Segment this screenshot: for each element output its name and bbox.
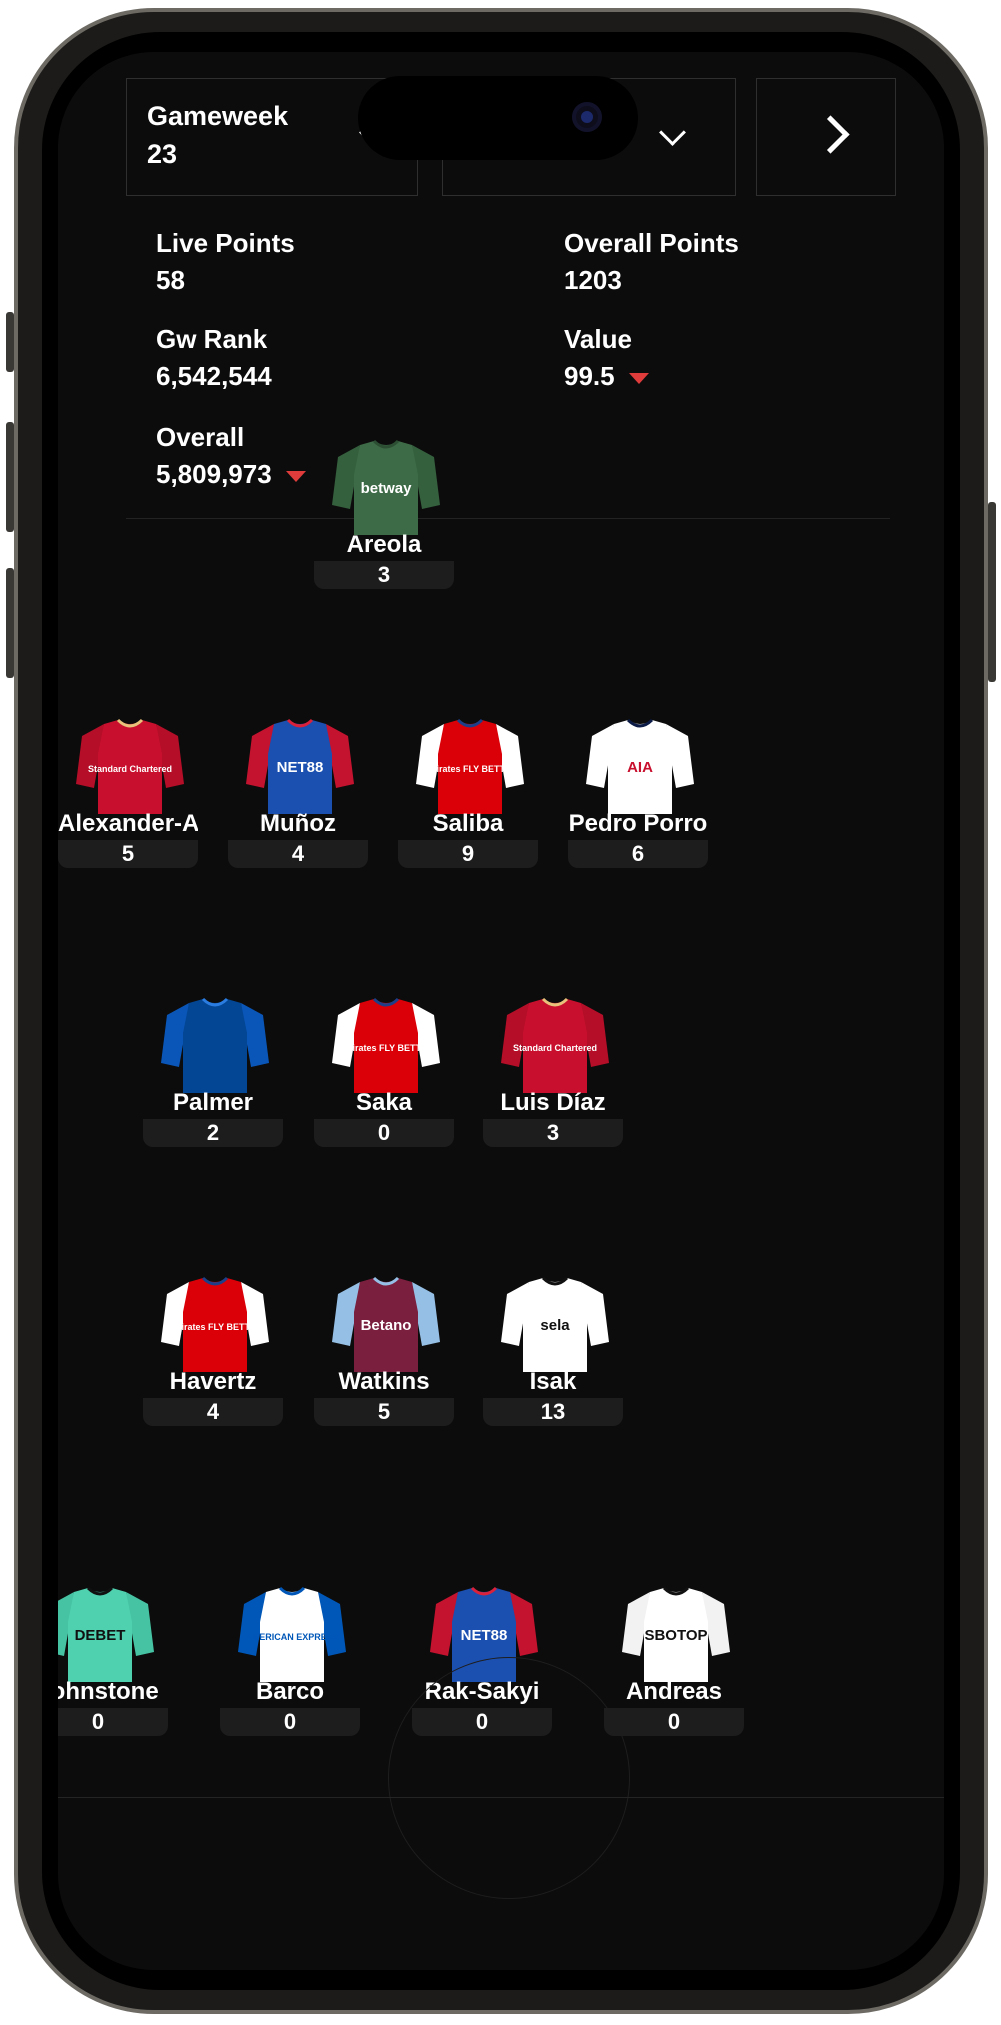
player-name: Alexander-A — [58, 810, 198, 837]
team-shirt-icon: Standard Chartered — [76, 718, 184, 814]
action-button — [6, 312, 14, 372]
value-label: Value — [564, 324, 632, 354]
player-points: 13 — [483, 1398, 623, 1426]
chevron-right-icon — [811, 115, 850, 154]
player-name: Luis Díaz — [500, 1089, 606, 1116]
player-name: Saliba — [432, 810, 504, 837]
gw-rank-label: Gw Rank — [156, 324, 268, 354]
team-shirt-icon: AIA — [586, 718, 694, 814]
power-button — [988, 502, 996, 682]
overall-points-value: 1203 — [564, 265, 622, 295]
player-points: 0 — [58, 1708, 168, 1736]
volume-down-button — [6, 568, 14, 678]
home-indicator-ring — [388, 1657, 630, 1899]
stats-divider — [126, 518, 890, 519]
team-shirt-icon: Emirates FLY BETTER — [332, 997, 440, 1093]
player-points: 3 — [314, 561, 454, 589]
shirt-sponsor-logo: sela — [540, 1317, 570, 1334]
team-shirt-icon: Standard Chartered — [501, 997, 609, 1093]
team-shirt-icon: Emirates FLY BETTER — [416, 718, 524, 814]
team-shirt-icon: sela — [501, 1276, 609, 1372]
down-arrow-icon — [628, 372, 649, 384]
live-points-value: 58 — [156, 265, 185, 295]
shirt-sponsor-logo: betway — [361, 480, 413, 497]
gameweek-value: 23 — [147, 139, 178, 169]
shirt-sponsor-logo: Standard Chartered — [88, 764, 172, 774]
player-points: 3 — [483, 1119, 623, 1147]
value-value: 99.5 — [564, 361, 615, 391]
gw-rank-stat: Gw Rank 6,542,544 — [156, 324, 272, 392]
shirt-sponsor-logo: NET88 — [277, 759, 324, 776]
shirt-sponsor-logo: Standard Chartered — [513, 1043, 597, 1053]
team-shirt-icon: DEBET — [58, 1586, 154, 1682]
shirt-sponsor-logo: Emirates FLY BETTER — [167, 1322, 263, 1332]
dynamic-island — [358, 76, 638, 160]
player-name: Saka — [355, 1089, 413, 1116]
player-name: Palmer — [172, 1089, 254, 1116]
team-shirt-icon: SBOTOP — [622, 1586, 730, 1682]
overall-rank-value: 5,809,973 — [156, 459, 272, 489]
shirt-sponsor-logo: DEBET — [75, 1627, 126, 1644]
team-shirt-icon: Betano — [332, 1276, 440, 1372]
shirt-sponsor-logo: Betano — [361, 1317, 412, 1334]
front-camera-icon — [572, 102, 602, 132]
team-shirt-icon — [161, 997, 269, 1093]
value-stat: Value 99.5 — [564, 324, 649, 392]
shirt-sponsor-logo: AIA — [627, 759, 653, 776]
bench-divider — [58, 1797, 944, 1798]
chevron-down-icon — [659, 119, 686, 146]
volume-up-button — [6, 422, 14, 532]
shirt-sponsor-logo: SBOTOP — [644, 1627, 707, 1644]
player-points: 0 — [604, 1708, 744, 1736]
shirt-sponsor-logo: AMERICAN EXPRESS — [245, 1632, 339, 1642]
player-name: Watkins — [338, 1368, 430, 1395]
live-points-stat: Live Points 58 — [156, 228, 295, 296]
player-name: Isak — [529, 1368, 577, 1395]
player-points: 5 — [314, 1398, 454, 1426]
app-screen: Gameweek 23 Ibrahim Live Points 58 Overa… — [58, 52, 944, 1970]
overall-rank-stat: Overall 5,809,973 — [156, 422, 306, 490]
down-arrow-icon — [285, 470, 306, 482]
shirt-sponsor-logo: Emirates FLY BETTER — [338, 1043, 434, 1053]
player-name: Areola — [346, 531, 422, 558]
player-name: Andreas — [625, 1678, 723, 1705]
player-points: 9 — [398, 840, 538, 868]
player-name: Pedro Porro — [568, 810, 708, 837]
player-points: 2 — [143, 1119, 283, 1147]
overall-points-stat: Overall Points 1203 — [564, 228, 739, 296]
gw-rank-value: 6,542,544 — [156, 361, 272, 391]
player-points: 0 — [220, 1708, 360, 1736]
player-points: 6 — [568, 840, 708, 868]
player-points: 5 — [58, 840, 198, 868]
player-name: Havertz — [169, 1368, 257, 1395]
player-name: Muñoz — [260, 810, 336, 837]
team-shirt-icon: Emirates FLY BETTER — [161, 1276, 269, 1372]
player-points: 0 — [314, 1119, 454, 1147]
overall-rank-label: Overall — [156, 422, 245, 452]
player-points: 4 — [143, 1398, 283, 1426]
gameweek-label: Gameweek — [147, 101, 289, 131]
next-gameweek-button[interactable] — [756, 78, 896, 196]
team-shirt-icon: betway — [332, 439, 440, 535]
shirt-sponsor-logo: NET88 — [461, 1627, 508, 1644]
player-name: Barco — [255, 1678, 325, 1705]
team-shirt-icon: AMERICAN EXPRESS — [238, 1586, 346, 1682]
team-shirt-icon: NET88 — [246, 718, 354, 814]
shirt-sponsor-logo: Emirates FLY BETTER — [422, 764, 518, 774]
overall-points-label: Overall Points — [564, 228, 739, 258]
live-points-label: Live Points — [156, 228, 295, 258]
player-points: 4 — [228, 840, 368, 868]
player-name: Johnstone — [58, 1678, 159, 1705]
